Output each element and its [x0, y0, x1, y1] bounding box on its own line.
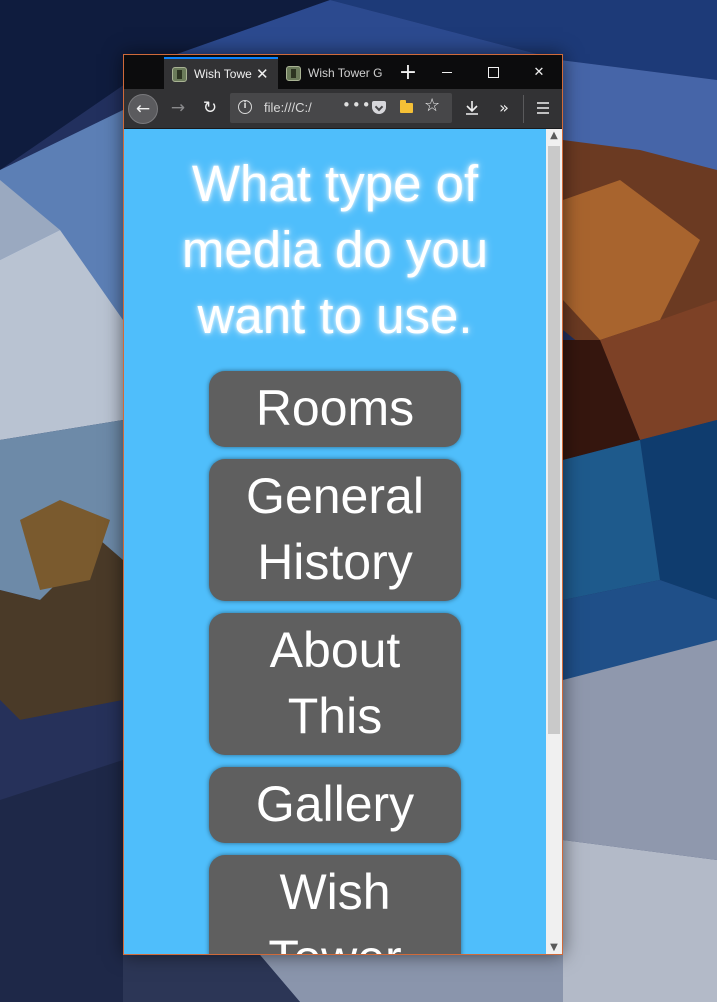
button-label: This — [287, 688, 383, 744]
close-icon: ✕ — [533, 65, 545, 80]
heading-line: want to use. — [197, 287, 473, 344]
page-heading: What type of media do you want to use. — [124, 151, 546, 349]
address-bar[interactable]: i file:///C:/ ••• ☆ — [230, 93, 452, 123]
maximize-icon — [487, 66, 499, 78]
forward-button[interactable]: → — [164, 94, 192, 122]
folder-icon[interactable] — [400, 100, 413, 113]
tower-favicon-icon — [172, 66, 187, 82]
button-label: About — [269, 622, 401, 678]
page-actions-button[interactable]: ••• — [342, 96, 372, 114]
back-button[interactable]: ← — [128, 94, 158, 124]
close-window-button[interactable]: ✕ — [516, 56, 562, 88]
minimize-icon — [442, 71, 452, 73]
vertical-scrollbar[interactable]: ▲ ▼ — [546, 129, 562, 954]
tower-favicon-icon — [286, 65, 301, 81]
scrollbar-thumb[interactable] — [548, 146, 560, 734]
info-icon[interactable]: i — [238, 100, 252, 114]
button-label: Tower — [209, 925, 461, 954]
tab-title: Wish Tower Guide — [308, 66, 383, 80]
tab-inactive[interactable]: Wish Tower Guide — [278, 57, 390, 89]
navigation-toolbar: ← → ↻ i file:///C:/ ••• ☆ » — [124, 89, 562, 129]
url-text[interactable]: file:///C:/ — [264, 100, 336, 115]
button-label: General — [246, 468, 424, 524]
tab-active[interactable]: Wish Tower Guide ✕ — [164, 57, 278, 89]
close-tab-icon[interactable]: ✕ — [256, 66, 269, 82]
heading-line: What type of — [191, 155, 479, 212]
maximize-button[interactable] — [470, 56, 516, 88]
wish-tower-button[interactable]: Wish Tower — [209, 855, 461, 954]
new-tab-button[interactable]: + — [394, 58, 422, 88]
button-label: Rooms — [255, 380, 415, 436]
general-history-button[interactable]: General History — [209, 459, 461, 601]
reload-icon: ↻ — [202, 98, 218, 118]
title-bar: Wish Tower Guide ✕ Wish Tower Guide + ✕ — [124, 55, 562, 89]
reload-button[interactable]: ↻ — [196, 94, 224, 122]
forward-arrow-icon: → — [170, 98, 186, 118]
page-content: What type of media do you want to use. R… — [124, 129, 546, 954]
button-label: Gallery — [255, 776, 415, 832]
overflow-button[interactable]: » — [490, 94, 518, 122]
button-label: Wish — [279, 864, 391, 920]
download-button[interactable] — [458, 94, 486, 122]
hamburger-menu-icon — [537, 102, 549, 114]
tab-title: Wish Tower Guide — [194, 67, 252, 81]
scroll-down-arrow-icon[interactable]: ▼ — [546, 941, 562, 954]
rooms-button[interactable]: Rooms — [209, 371, 461, 447]
toolbar-separator — [523, 95, 524, 123]
bookmark-star-icon[interactable]: ☆ — [424, 95, 440, 116]
overflow-chevron-icon: » — [499, 98, 509, 117]
gallery-button[interactable]: Gallery — [209, 767, 461, 843]
download-icon — [466, 101, 478, 115]
minimize-button[interactable] — [424, 56, 470, 88]
menu-button[interactable] — [529, 94, 557, 122]
button-label: History — [257, 534, 413, 590]
pocket-icon[interactable] — [372, 101, 386, 114]
scroll-up-arrow-icon[interactable]: ▲ — [546, 129, 562, 143]
browser-window: Wish Tower Guide ✕ Wish Tower Guide + ✕ … — [123, 54, 563, 955]
back-arrow-icon: ← — [135, 99, 151, 119]
about-this-button[interactable]: About This — [209, 613, 461, 755]
heading-line: media do you — [181, 221, 489, 278]
